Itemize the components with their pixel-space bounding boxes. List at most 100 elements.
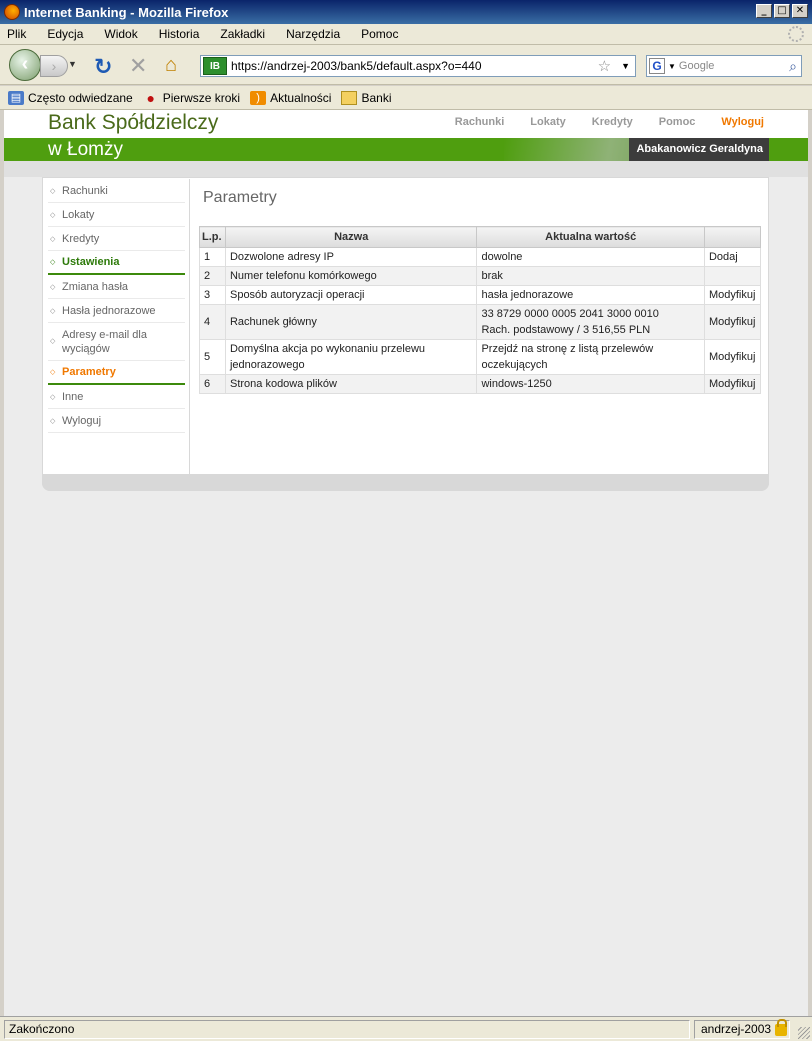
sidebar-item-hasla-jednorazowe[interactable]: Hasła jednorazowe bbox=[48, 299, 185, 323]
url-text[interactable]: https://andrzej-2003/bank5/default.aspx?… bbox=[231, 59, 598, 73]
google-engine-icon[interactable]: G bbox=[649, 58, 665, 74]
separator-bar bbox=[4, 161, 808, 177]
sidebar-item-parametry[interactable]: Parametry bbox=[48, 361, 185, 385]
topnav-rachunki[interactable]: Rachunki bbox=[455, 116, 505, 128]
sidebar-item-kredyty[interactable]: Kredyty bbox=[48, 227, 185, 251]
row-action-empty bbox=[703, 266, 762, 286]
row-name: Numer telefonu komórkowego bbox=[224, 266, 478, 286]
row-lp: 5 bbox=[199, 339, 226, 375]
sidebar-item-adresy-email[interactable]: Adresy e-mail dla wyciągów bbox=[48, 323, 185, 361]
bookmark-pierwsze-kroki[interactable]: ● Pierwsze kroki bbox=[143, 89, 241, 106]
sidebar-item-rachunki[interactable]: Rachunki bbox=[48, 179, 185, 203]
sidebar-item-inne[interactable]: Inne bbox=[48, 385, 185, 409]
menu-zakladki[interactable]: Zakładki bbox=[217, 27, 268, 41]
row-value: 33 8729 0000 0005 2041 3000 0010 Rach. po… bbox=[476, 304, 705, 340]
account-description: Rach. podstawowy / 3 516,55 PLN bbox=[481, 324, 651, 336]
bookmark-star-icon[interactable]: ☆ bbox=[598, 57, 611, 75]
home-icon[interactable]: ⌂ bbox=[165, 54, 177, 77]
bookmark-aktualnosci[interactable]: ) Aktualności bbox=[250, 90, 331, 105]
row-name: Strona kodowa plików bbox=[224, 374, 478, 394]
page-viewport: Bank Spółdzielczy Rachunki Lokaty Kredyt… bbox=[4, 110, 808, 1016]
forward-button[interactable]: › bbox=[40, 55, 68, 77]
rss-icon: ) bbox=[250, 90, 267, 105]
menu-pomoc[interactable]: Pomoc bbox=[358, 27, 401, 41]
history-dropdown-icon[interactable]: ▼ bbox=[68, 59, 77, 69]
menu-edycja[interactable]: Edycja bbox=[44, 27, 86, 41]
status-text: Zakończono bbox=[4, 1020, 690, 1039]
close-button[interactable]: ✕ bbox=[792, 4, 808, 18]
green-banner: w Łomży Abakanowicz Geraldyna bbox=[4, 138, 808, 161]
throbber-icon bbox=[788, 26, 804, 42]
row-lp: 4 bbox=[199, 304, 226, 340]
lock-icon[interactable] bbox=[775, 1018, 787, 1036]
row-value: brak bbox=[476, 266, 705, 286]
sidebar-item-lokaty[interactable]: Lokaty bbox=[48, 203, 185, 227]
sidebar-item-ustawienia[interactable]: Ustawienia bbox=[48, 251, 185, 275]
row-action-link[interactable]: Modyfikuj bbox=[703, 339, 762, 375]
firefox-bookmark-icon: ● bbox=[146, 89, 155, 106]
table-row: 2 Numer telefonu komórkowego brak bbox=[199, 266, 762, 286]
minimize-button[interactable]: _ bbox=[756, 4, 772, 18]
table-row: 6 Strona kodowa plików windows-1250 Mody… bbox=[199, 374, 762, 394]
firefox-icon bbox=[4, 4, 20, 20]
topnav-kredyty[interactable]: Kredyty bbox=[592, 116, 633, 128]
row-lp: 6 bbox=[199, 374, 226, 394]
resize-grip-icon[interactable] bbox=[798, 1027, 810, 1039]
url-dropdown-icon[interactable]: ▼ bbox=[621, 61, 630, 71]
column-header-action bbox=[703, 226, 762, 248]
row-value: dowolne bbox=[476, 247, 705, 267]
status-host-panel: andrzej-2003 bbox=[694, 1018, 790, 1039]
menu-bar: Plik Edycja Widok Historia Zakładki Narz… bbox=[0, 24, 812, 45]
bookmarks-toolbar: ▤ Często odwiedzane ● Pierwsze kroki ) Aktu… bbox=[0, 86, 812, 110]
table-row: 1 Dozwolone adresy IP dowolne Dodaj bbox=[199, 247, 762, 267]
row-action-link[interactable]: Modyfikuj bbox=[703, 285, 762, 305]
bookmark-czesto-odwiedzane[interactable]: ▤ Często odwiedzane bbox=[8, 90, 133, 105]
row-action-link[interactable]: Modyfikuj bbox=[703, 304, 762, 340]
menu-widok[interactable]: Widok bbox=[101, 27, 140, 41]
bank-title: Bank Spółdzielczy bbox=[48, 111, 219, 134]
row-action-link[interactable]: Dodaj bbox=[703, 247, 762, 267]
search-input[interactable]: Google bbox=[679, 60, 789, 72]
sidebar-item-wyloguj[interactable]: Wyloguj bbox=[48, 409, 185, 433]
topnav-lokaty[interactable]: Lokaty bbox=[530, 116, 565, 128]
user-name: Abakanowicz Geraldyna bbox=[629, 138, 769, 161]
stop-icon[interactable]: ✕ bbox=[129, 53, 147, 79]
window-title: Internet Banking - Mozilla Firefox bbox=[24, 4, 229, 20]
page-title: Parametry bbox=[203, 189, 277, 206]
row-name: Rachunek główny bbox=[224, 304, 478, 340]
column-header-nazwa: Nazwa bbox=[224, 226, 478, 248]
search-icon[interactable]: ⌕ bbox=[789, 58, 797, 75]
content-footer bbox=[42, 474, 769, 491]
row-name: Dozwolone adresy IP bbox=[224, 247, 478, 267]
navigation-toolbar: ‹ › ▼ ↻ ✕ ⌂ IB https://andrzej-2003/bank… bbox=[0, 45, 812, 85]
window-controls: _ □ ✕ bbox=[756, 4, 808, 18]
smart-folder-icon: ▤ bbox=[8, 90, 24, 105]
column-header-wartosc: Aktualna wartość bbox=[476, 226, 705, 248]
menu-narzedzia[interactable]: Narzędzia bbox=[283, 27, 343, 41]
bookmark-banki[interactable]: Banki bbox=[341, 90, 392, 105]
row-value: Przejdź na stronę z listą przelewów ocze… bbox=[476, 339, 705, 375]
url-bar[interactable]: IB https://andrzej-2003/bank5/default.as… bbox=[200, 55, 636, 77]
sidebar: Rachunki Lokaty Kredyty Ustawienia Zmian… bbox=[44, 179, 190, 474]
status-bar: Zakończono andrzej-2003 bbox=[0, 1016, 812, 1041]
bank-header: Bank Spółdzielczy Rachunki Lokaty Kredyt… bbox=[4, 110, 808, 138]
site-favicon-icon: IB bbox=[203, 57, 227, 75]
topnav-pomoc[interactable]: Pomoc bbox=[659, 116, 696, 128]
menu-plik[interactable]: Plik bbox=[4, 27, 29, 41]
window-titlebar: Internet Banking - Mozilla Firefox _ □ ✕ bbox=[0, 0, 812, 24]
engine-dropdown-icon[interactable]: ▼ bbox=[668, 62, 676, 71]
sidebar-item-zmiana-hasla[interactable]: Zmiana hasła bbox=[48, 275, 185, 299]
column-header-lp: L.p. bbox=[199, 226, 226, 248]
row-value: windows-1250 bbox=[476, 374, 705, 394]
status-host: andrzej-2003 bbox=[701, 1022, 772, 1036]
row-action-link[interactable]: Modyfikuj bbox=[703, 374, 762, 394]
table-header-row: L.p. Nazwa Aktualna wartość bbox=[199, 226, 762, 248]
maximize-button[interactable]: □ bbox=[774, 4, 790, 18]
search-box[interactable]: G ▼ Google ⌕ bbox=[646, 55, 802, 77]
topnav-wyloguj[interactable]: Wyloguj bbox=[721, 116, 764, 128]
reload-icon[interactable]: ↻ bbox=[94, 54, 112, 80]
menu-historia[interactable]: Historia bbox=[156, 27, 203, 41]
table-row: 3 Sposób autoryzacji operacji hasła jedn… bbox=[199, 285, 762, 305]
back-button[interactable]: ‹ bbox=[9, 49, 41, 81]
bank-subtitle: w Łomży bbox=[48, 139, 123, 160]
